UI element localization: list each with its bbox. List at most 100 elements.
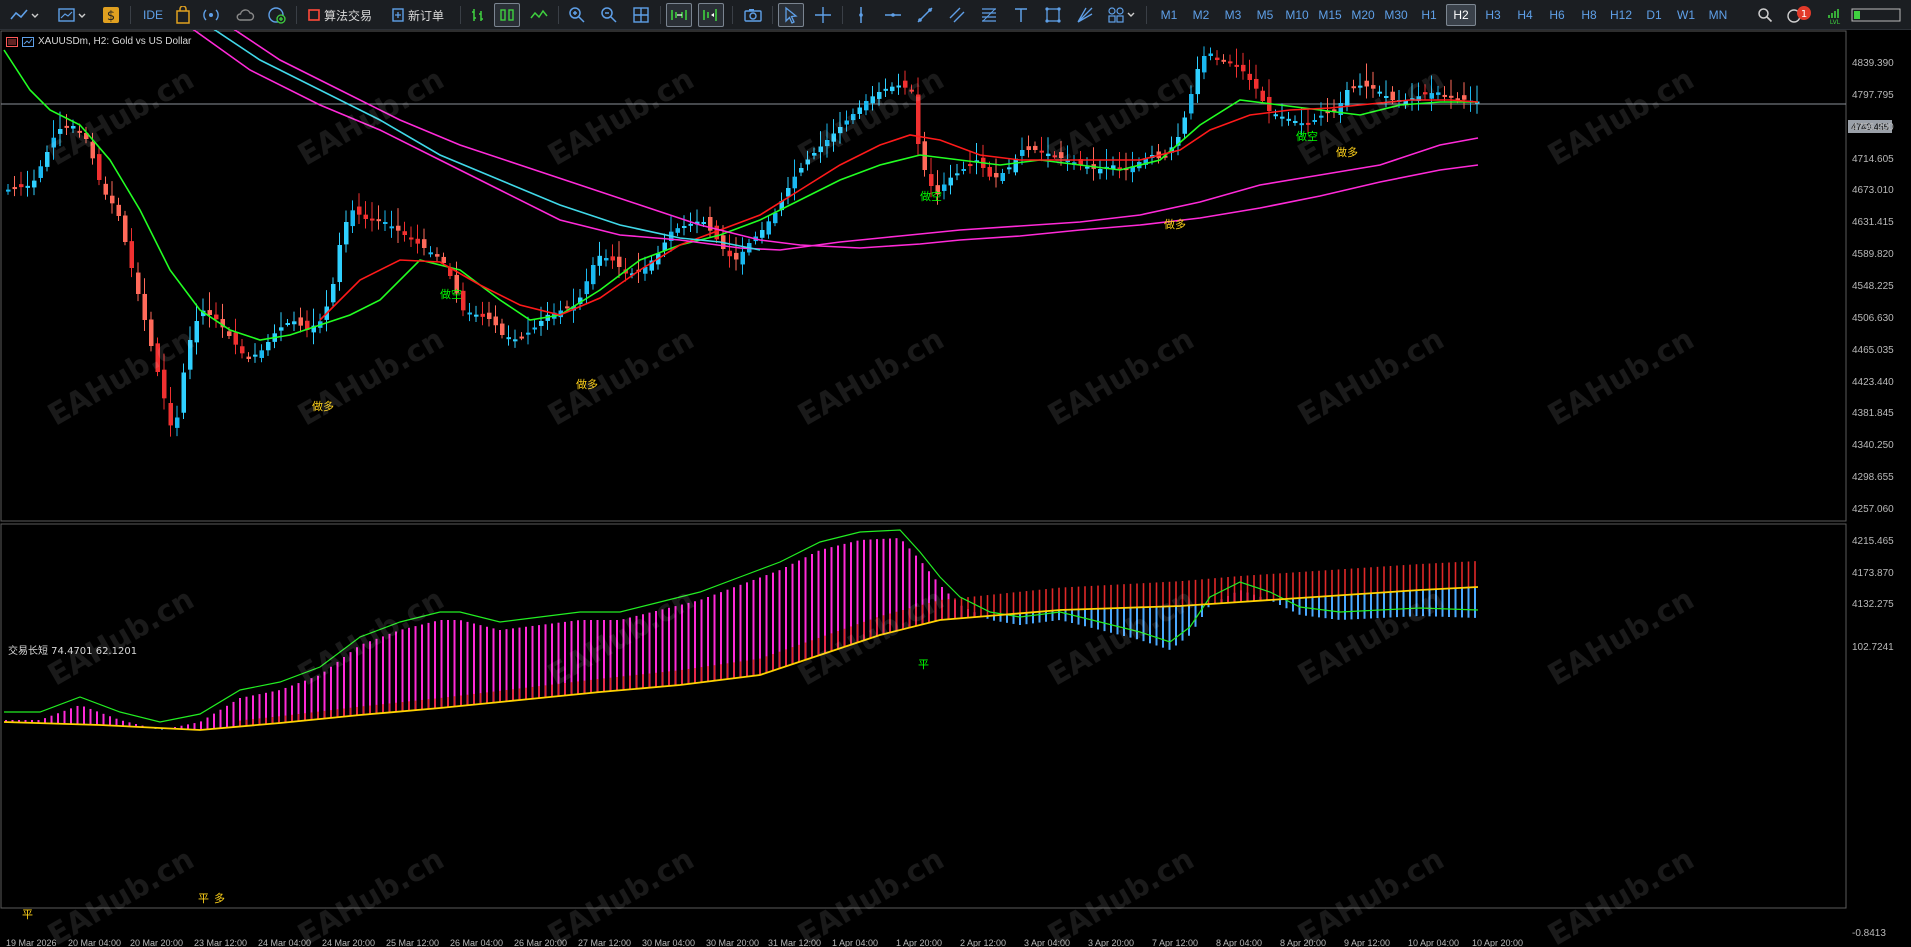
candle-body xyxy=(591,265,596,285)
timeframe-h4[interactable]: H4 xyxy=(1510,4,1540,26)
timeframe-h3[interactable]: H3 xyxy=(1478,4,1508,26)
ide-button[interactable]: IDE xyxy=(138,3,168,27)
candle-body xyxy=(298,317,303,326)
candle-body xyxy=(1312,120,1317,122)
notifications-icon[interactable]: 1 xyxy=(1784,3,1814,27)
timeframe-m1[interactable]: M1 xyxy=(1154,4,1184,26)
timeframe-m2[interactable]: M2 xyxy=(1186,4,1216,26)
candle-body xyxy=(1052,155,1057,158)
candle-body xyxy=(1377,91,1382,94)
candle-body xyxy=(357,206,362,215)
timeframe-h1[interactable]: H1 xyxy=(1414,4,1444,26)
candle-body xyxy=(474,314,479,317)
timeframe-h12[interactable]: H12 xyxy=(1606,4,1636,26)
chart-properties-icon[interactable] xyxy=(22,36,34,47)
time-tick: 24 Mar 04:00 xyxy=(258,938,312,947)
timeframe-m20[interactable]: M20 xyxy=(1348,4,1378,26)
candle-body xyxy=(162,369,167,399)
timeframe-h6[interactable]: H6 xyxy=(1542,4,1572,26)
timeframe-m3[interactable]: M3 xyxy=(1218,4,1248,26)
zoom-out-icon[interactable] xyxy=(596,3,622,27)
candle-body xyxy=(376,219,381,222)
price-tick: 4298.655 xyxy=(1852,472,1894,484)
cloud-icon[interactable] xyxy=(232,3,258,27)
new-order-button[interactable]: 新订单 xyxy=(388,3,452,27)
candle-body xyxy=(188,340,193,370)
price-tick: 4548.225 xyxy=(1852,280,1894,292)
candle-body xyxy=(506,337,511,340)
timeframe-h2[interactable]: H2 xyxy=(1446,4,1476,26)
candle-body xyxy=(1085,166,1090,169)
candlestick-chart-icon[interactable] xyxy=(494,3,520,27)
price-tick: 4340.250 xyxy=(1852,440,1894,452)
timeframe-m30[interactable]: M30 xyxy=(1381,4,1411,26)
timeframe-h8[interactable]: H8 xyxy=(1574,4,1604,26)
candle-body xyxy=(1299,123,1304,126)
bar-chart-icon[interactable] xyxy=(466,3,492,27)
timeframe-mn[interactable]: MN xyxy=(1703,4,1733,26)
candle-body xyxy=(617,256,622,267)
candle-body xyxy=(968,164,973,167)
globe-add-icon[interactable] xyxy=(264,3,290,27)
zoom-in-icon[interactable] xyxy=(564,3,590,27)
search-icon[interactable] xyxy=(1752,3,1778,27)
time-tick: 27 Mar 12:00 xyxy=(578,938,632,947)
trend-line-icon[interactable] xyxy=(912,3,938,27)
shapes-icon[interactable] xyxy=(1040,3,1066,27)
signal-level-icon[interactable]: LVL xyxy=(1822,3,1848,27)
timeframe-m5[interactable]: M5 xyxy=(1250,4,1280,26)
candle-body xyxy=(402,231,407,235)
candle-body xyxy=(597,255,602,266)
candle-body xyxy=(734,252,739,260)
candle-body xyxy=(1007,167,1012,170)
text-tool-icon[interactable] xyxy=(1008,3,1034,27)
chart-shift-icon[interactable] xyxy=(698,3,724,27)
gann-fan-icon[interactable] xyxy=(1072,3,1098,27)
horizontal-line-icon[interactable] xyxy=(880,3,906,27)
price-tick: 4756.200 xyxy=(1852,121,1894,133)
timeframe-d1[interactable]: D1 xyxy=(1639,4,1669,26)
vertical-line-icon[interactable] xyxy=(848,3,874,27)
candle-body xyxy=(500,323,505,335)
dollar-icon[interactable]: $ xyxy=(98,3,124,27)
candle-body xyxy=(812,153,817,156)
candle-body xyxy=(389,226,394,229)
crosshair-icon[interactable] xyxy=(810,3,836,27)
price-tick: 4423.440 xyxy=(1852,376,1894,388)
auto-scroll-icon[interactable] xyxy=(666,3,692,27)
timeframe-w1[interactable]: W1 xyxy=(1671,4,1701,26)
candle-body xyxy=(493,316,498,326)
candle-body xyxy=(1286,118,1291,121)
candle-body xyxy=(58,129,63,134)
chart-window[interactable]: XAUUSDm, H2: Gold vs US Dollar 交易长短 74.4… xyxy=(0,30,1911,947)
price-chart-canvas[interactable] xyxy=(0,30,1911,947)
timeframe-m10[interactable]: M10 xyxy=(1282,4,1312,26)
connection-strength-bar[interactable] xyxy=(1850,3,1902,27)
chart-window-dropdown-icon[interactable] xyxy=(54,3,90,27)
more-objects-dropdown-icon[interactable] xyxy=(1104,3,1140,27)
time-tick: 20 Mar 04:00 xyxy=(68,938,122,947)
algo-trading-button[interactable]: 算法交易 xyxy=(302,3,382,27)
time-tick: 26 Mar 20:00 xyxy=(514,938,568,947)
candle-body xyxy=(1442,94,1447,97)
time-tick: 1 Apr 04:00 xyxy=(832,938,879,947)
candle-body xyxy=(1293,121,1298,123)
fibonacci-icon[interactable] xyxy=(976,3,1002,27)
chart-menu-icon[interactable] xyxy=(6,36,18,47)
screenshot-camera-icon[interactable] xyxy=(740,3,766,27)
signal-broadcast-icon[interactable] xyxy=(198,3,224,27)
shopping-bag-icon[interactable] xyxy=(170,3,196,27)
time-tick: 9 Apr 12:00 xyxy=(1344,938,1391,947)
timeframe-m15[interactable]: M15 xyxy=(1315,4,1345,26)
channel-icon[interactable] xyxy=(944,3,970,27)
line-chart-icon[interactable] xyxy=(526,3,552,27)
candle-body xyxy=(51,137,56,148)
time-tick: 7 Apr 12:00 xyxy=(1152,938,1199,947)
candle-body xyxy=(428,252,433,255)
line-chart-dropdown-icon[interactable] xyxy=(6,3,42,27)
cursor-arrow-icon[interactable] xyxy=(778,3,804,27)
tile-windows-icon[interactable] xyxy=(628,3,654,27)
candle-body xyxy=(539,321,544,326)
candle-body xyxy=(1039,150,1044,153)
candle-body xyxy=(123,215,128,242)
